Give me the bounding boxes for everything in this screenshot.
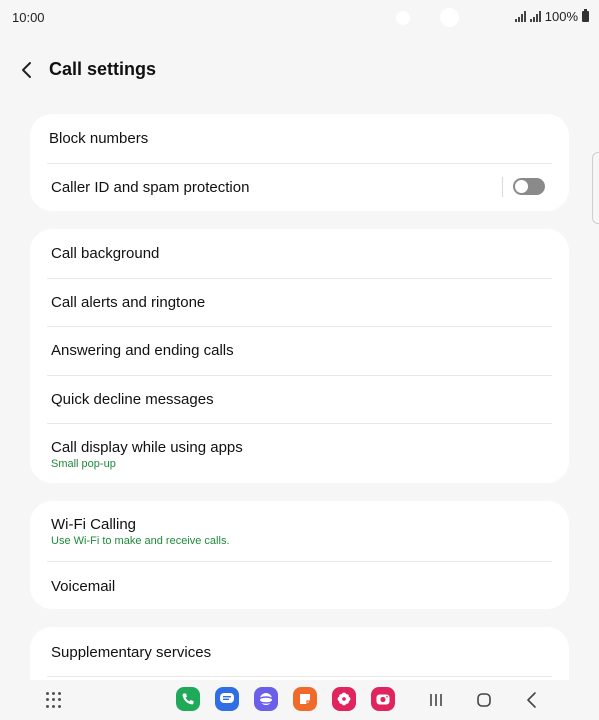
battery-percent: 100% <box>544 9 578 24</box>
quick-decline-messages-item[interactable]: Quick decline messages <box>30 375 569 423</box>
item-sublabel: Small pop-up <box>51 458 116 470</box>
item-label: Quick decline messages <box>51 391 214 408</box>
item-label: Answering and ending calls <box>51 342 234 359</box>
home-icon <box>477 693 491 707</box>
item-label: Block numbers <box>49 130 149 147</box>
notes-icon[interactable] <box>293 687 317 711</box>
item-label: Wi-Fi Calling <box>51 516 137 533</box>
edge-panel-handle[interactable] <box>592 152 599 224</box>
item-label: Supplementary services <box>51 644 212 661</box>
status-bar: 10:00 100% <box>0 0 599 34</box>
settings-card: Block numbers Caller ID and spam protect… <box>30 114 569 211</box>
item-label: Call background <box>51 245 160 262</box>
battery-icon <box>582 9 589 22</box>
internet-icon[interactable] <box>254 687 278 711</box>
settings-card: Wi-Fi Calling Use Wi-Fi to make and rece… <box>30 501 569 609</box>
toggle-knob <box>514 179 529 194</box>
call-background-item[interactable]: Call background <box>30 229 569 278</box>
divider <box>47 676 552 677</box>
apps-grid-icon[interactable] <box>46 692 62 708</box>
camera-icon[interactable] <box>371 687 395 711</box>
recents-icon <box>430 694 442 706</box>
item-label: Call alerts and ringtone <box>51 294 206 311</box>
phone-icon[interactable] <box>176 687 200 711</box>
status-time: 10:00 <box>12 10 45 25</box>
settings-card: Call background Call alerts and ringtone… <box>30 229 569 483</box>
page-title: Call settings <box>49 59 157 79</box>
signal-icon <box>514 11 526 22</box>
chevron-left-icon <box>22 62 31 78</box>
call-alerts-ringtone-item[interactable]: Call alerts and ringtone <box>30 278 569 326</box>
gallery-icon[interactable] <box>332 687 356 711</box>
answering-ending-calls-item[interactable]: Answering and ending calls <box>30 326 569 375</box>
status-icons: 100% <box>514 9 589 24</box>
item-label: Caller ID and spam protection <box>51 179 250 196</box>
item-label: Voicemail <box>51 578 116 595</box>
header: Call settings <box>0 52 599 88</box>
supplementary-services-item[interactable]: Supplementary services <box>30 627 569 676</box>
wifi-calling-item[interactable]: Wi-Fi Calling Use Wi-Fi to make and rece… <box>30 501 569 561</box>
messages-icon[interactable] <box>215 687 239 711</box>
item-sublabel: Use Wi-Fi to make and receive calls. <box>51 535 230 547</box>
voicemail-item[interactable]: Voicemail <box>30 561 569 609</box>
recent-apps-button[interactable] <box>424 688 448 712</box>
taskbar <box>0 680 599 720</box>
block-numbers-item[interactable]: Block numbers <box>30 114 569 163</box>
front-camera-dot <box>440 8 459 27</box>
home-button[interactable] <box>472 688 496 712</box>
signal-icon <box>529 11 541 22</box>
back-icon <box>527 692 536 708</box>
back-button[interactable] <box>14 56 42 84</box>
call-display-apps-item[interactable]: Call display while using apps Small pop-… <box>30 423 569 483</box>
nav-back-button[interactable] <box>520 688 544 712</box>
caller-id-toggle[interactable] <box>513 178 545 195</box>
toggle-separator <box>502 177 503 197</box>
item-label: Call display while using apps <box>51 439 243 456</box>
front-camera-dot <box>396 11 410 25</box>
caller-id-spam-item[interactable]: Caller ID and spam protection <box>30 163 569 211</box>
